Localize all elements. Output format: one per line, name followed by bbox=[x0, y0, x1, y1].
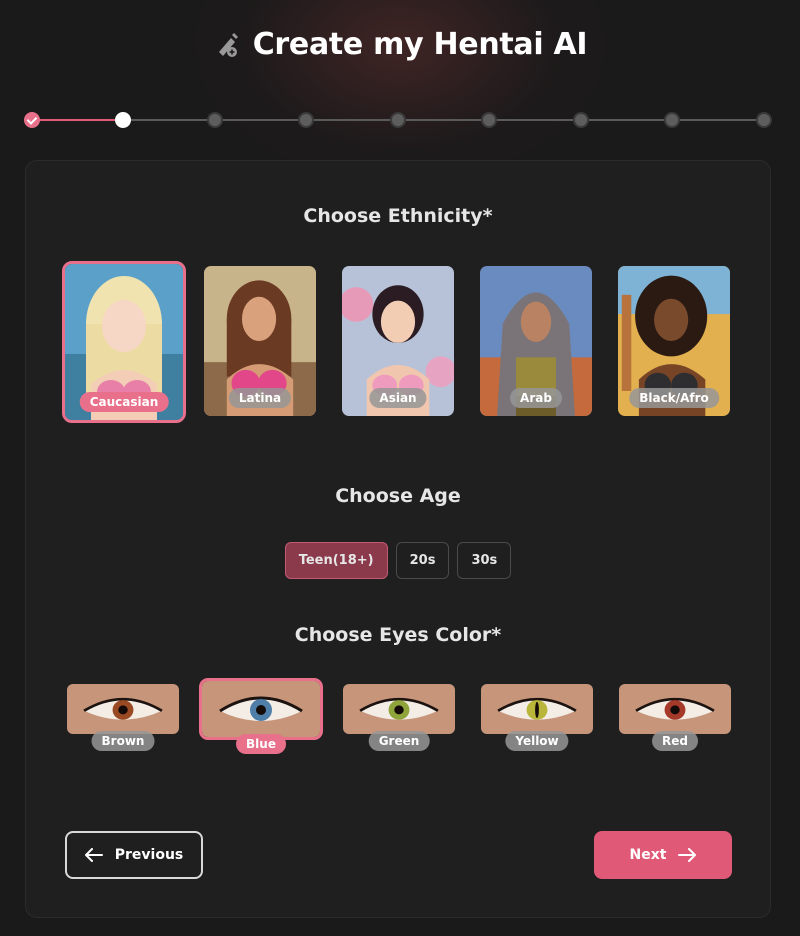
eyes-title: Choose Eyes Color* bbox=[294, 624, 502, 646]
age-title: Choose Age bbox=[335, 485, 461, 507]
ethnicity-option-caucasian[interactable]: Caucasian bbox=[62, 261, 186, 423]
yellow-eye-image bbox=[481, 684, 593, 734]
blue-eye-image bbox=[202, 681, 320, 737]
step-2-current[interactable] bbox=[115, 112, 131, 128]
stepper-progress bbox=[32, 119, 123, 121]
eye-option-red[interactable]: Red bbox=[616, 681, 734, 751]
next-label: Next bbox=[629, 847, 667, 863]
arrow-left-icon bbox=[84, 848, 103, 862]
age-options: Teen(18+) 20s 30s bbox=[26, 542, 770, 579]
age-option-20s[interactable]: 20s bbox=[395, 542, 450, 579]
form-card: Choose Ethnicity* Caucasian Latina Asian… bbox=[25, 160, 771, 918]
ethnicity-title: Choose Ethnicity* bbox=[303, 205, 493, 227]
eye-color-options: Brown Blue Green Yellow Red bbox=[64, 678, 734, 756]
age-option-teen[interactable]: Teen(18+) bbox=[284, 542, 388, 579]
step-6[interactable] bbox=[481, 112, 497, 128]
eye-color-label: Green bbox=[368, 731, 430, 751]
step-1-done[interactable] bbox=[24, 112, 40, 128]
step-4[interactable] bbox=[298, 112, 314, 128]
previous-label: Previous bbox=[114, 847, 184, 863]
ethnicity-option-arab[interactable]: Arab bbox=[477, 263, 595, 419]
eye-image-frame bbox=[340, 681, 458, 737]
step-9[interactable] bbox=[756, 112, 772, 128]
step-5[interactable] bbox=[390, 112, 406, 128]
ethnicity-option-black-afro[interactable]: Black/Afro bbox=[615, 263, 733, 419]
eye-color-label: Yellow bbox=[505, 731, 569, 751]
age-option-30s[interactable]: 30s bbox=[457, 542, 512, 579]
eye-image-frame bbox=[616, 681, 734, 737]
eye-option-blue[interactable]: Blue bbox=[199, 678, 323, 754]
eye-image-frame bbox=[64, 681, 182, 737]
eye-option-yellow[interactable]: Yellow bbox=[478, 681, 596, 751]
page-header: Create my Hentai AI bbox=[0, 24, 800, 64]
ethnicity-label: Asian bbox=[369, 388, 427, 408]
ethnicity-label: Caucasian bbox=[79, 392, 169, 412]
step-3[interactable] bbox=[207, 112, 223, 128]
green-eye-image bbox=[343, 684, 455, 734]
red-eye-image bbox=[619, 684, 731, 734]
ethnicity-label: Latina bbox=[228, 388, 292, 408]
step-7[interactable] bbox=[573, 112, 589, 128]
eye-color-label: Brown bbox=[91, 731, 155, 751]
eye-color-label: Blue bbox=[236, 734, 286, 754]
brown-eye-image bbox=[67, 684, 179, 734]
eye-option-green[interactable]: Green bbox=[340, 681, 458, 751]
next-button[interactable]: Next bbox=[594, 831, 732, 879]
progress-stepper bbox=[24, 110, 772, 130]
eye-image-frame bbox=[199, 678, 323, 740]
arrow-right-icon bbox=[678, 848, 697, 862]
ethnicity-option-latina[interactable]: Latina bbox=[201, 263, 319, 419]
eye-image-frame bbox=[478, 681, 596, 737]
ethnicity-options: Caucasian Latina Asian Arab Black/Afro bbox=[62, 261, 734, 423]
page-title: Create my Hentai AI bbox=[252, 26, 588, 62]
step-8[interactable] bbox=[664, 112, 680, 128]
ethnicity-label: Black/Afro bbox=[629, 388, 719, 408]
eye-option-brown[interactable]: Brown bbox=[64, 681, 182, 751]
ethnicity-label: Arab bbox=[510, 388, 562, 408]
eye-color-label: Red bbox=[652, 731, 698, 751]
previous-button[interactable]: Previous bbox=[65, 831, 203, 879]
wand-icon bbox=[218, 33, 238, 57]
ethnicity-option-asian[interactable]: Asian bbox=[339, 263, 457, 419]
